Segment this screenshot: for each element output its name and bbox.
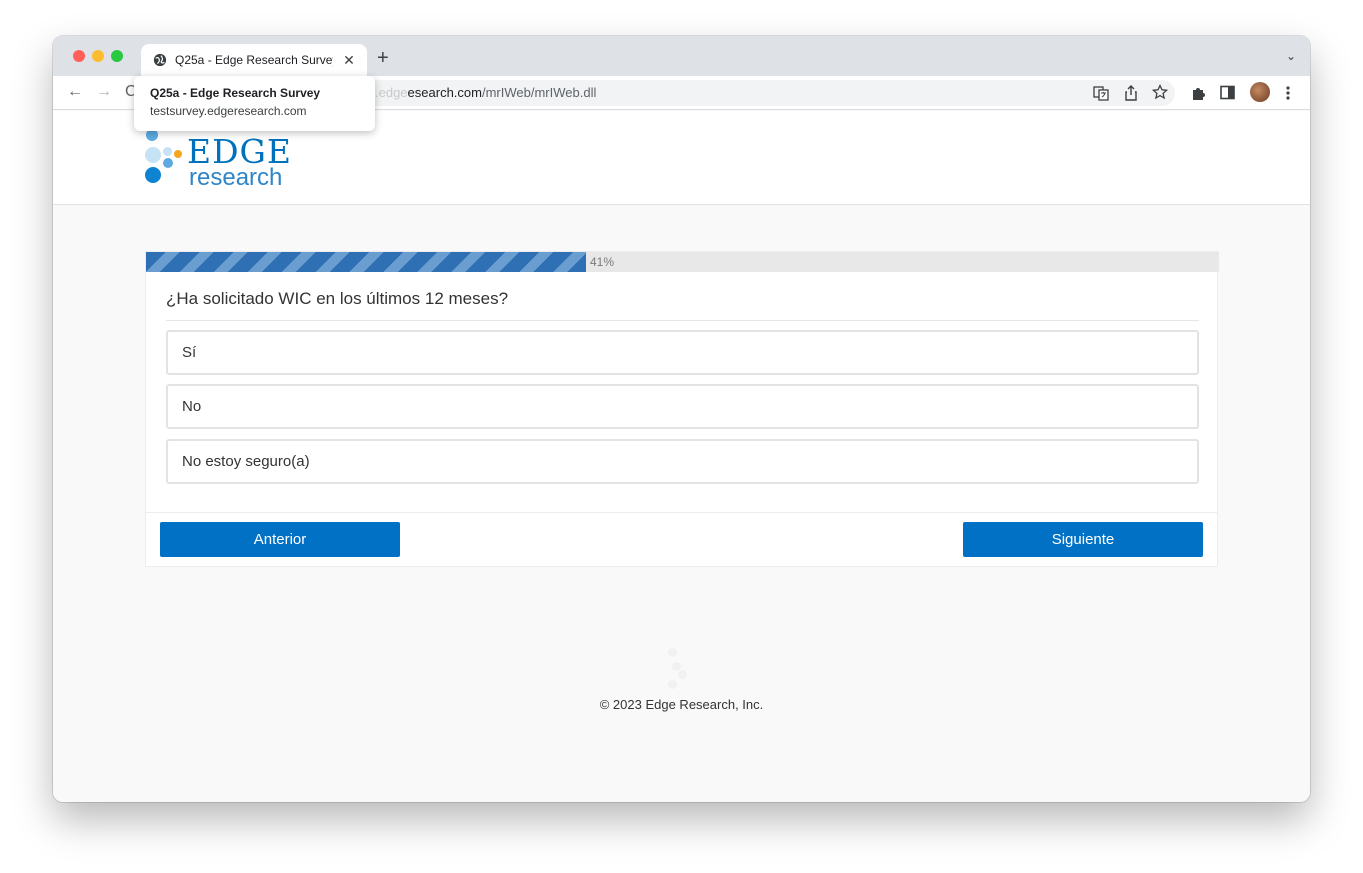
sidepanel-icon[interactable] bbox=[1220, 85, 1235, 100]
forward-icon[interactable]: → bbox=[96, 83, 112, 101]
hover-card-host: testsurvey.edgeresearch.com bbox=[150, 104, 307, 118]
logo-dot bbox=[145, 167, 161, 183]
tab-close-icon[interactable]: ✕ bbox=[341, 52, 357, 69]
answer-option[interactable]: Sí bbox=[166, 330, 1199, 375]
tab-search-icon[interactable]: ⌄ bbox=[1286, 49, 1296, 63]
maximize-window-button[interactable] bbox=[111, 50, 123, 62]
previous-button[interactable]: Anterior bbox=[160, 522, 400, 557]
url-path: /mrIWeb/mrIWeb.dll bbox=[481, 85, 597, 100]
profile-avatar[interactable] bbox=[1250, 82, 1270, 102]
translate-icon[interactable] bbox=[1093, 85, 1109, 101]
loading-indicator bbox=[666, 648, 687, 692]
progress-label: 41% bbox=[590, 255, 615, 269]
logo-dot bbox=[163, 158, 173, 168]
extensions-icon[interactable] bbox=[1190, 85, 1206, 101]
browser-tab[interactable]: Q25a - Edge Research Survey ✕ bbox=[141, 44, 367, 76]
share-icon[interactable] bbox=[1124, 85, 1138, 101]
tab-strip: Q25a - Edge Research Survey ✕ + ⌄ bbox=[53, 36, 1310, 76]
menu-kebab-icon[interactable] bbox=[1285, 85, 1291, 101]
logo-dot bbox=[145, 147, 161, 163]
question-divider bbox=[166, 320, 1199, 321]
logo-dot bbox=[174, 150, 182, 158]
minimize-window-button[interactable] bbox=[92, 50, 104, 62]
url-host-faded: .edge bbox=[375, 85, 408, 100]
progress-fill bbox=[146, 252, 586, 272]
browser-window: Q25a - Edge Research Survey ✕ + ⌄ ← → C … bbox=[53, 36, 1310, 802]
bookmark-star-icon[interactable] bbox=[1152, 84, 1168, 100]
next-button[interactable]: Siguiente bbox=[963, 522, 1203, 557]
new-tab-button[interactable]: + bbox=[377, 48, 389, 68]
logo-dot bbox=[163, 147, 172, 156]
page-content: EDGE research 41% ¿Ha solicitado WIC en … bbox=[53, 111, 1310, 802]
tab-hover-card: Q25a - Edge Research Survey testsurvey.e… bbox=[134, 76, 375, 131]
answer-option[interactable]: No bbox=[166, 384, 1199, 429]
copyright-text: © 2023 Edge Research, Inc. bbox=[599, 697, 764, 712]
tab-title: Q25a - Edge Research Survey bbox=[175, 53, 333, 67]
back-icon[interactable]: ← bbox=[67, 83, 83, 101]
progress-bar: 41% bbox=[146, 252, 1219, 272]
edge-research-logo[interactable]: EDGE research bbox=[145, 125, 305, 205]
url-host: esearch.com bbox=[407, 85, 482, 100]
hover-card-title: Q25a - Edge Research Survey bbox=[150, 86, 321, 100]
answer-option[interactable]: No estoy seguro(a) bbox=[166, 439, 1199, 484]
globe-icon bbox=[153, 53, 167, 67]
question-text: ¿Ha solicitado WIC en los últimos 12 mes… bbox=[166, 289, 509, 308]
survey-card: 41% ¿Ha solicitado WIC en los últimos 12… bbox=[145, 251, 1219, 567]
logo-subtitle: research bbox=[189, 164, 283, 191]
close-window-button[interactable] bbox=[73, 50, 85, 62]
nav-divider bbox=[146, 512, 1217, 513]
